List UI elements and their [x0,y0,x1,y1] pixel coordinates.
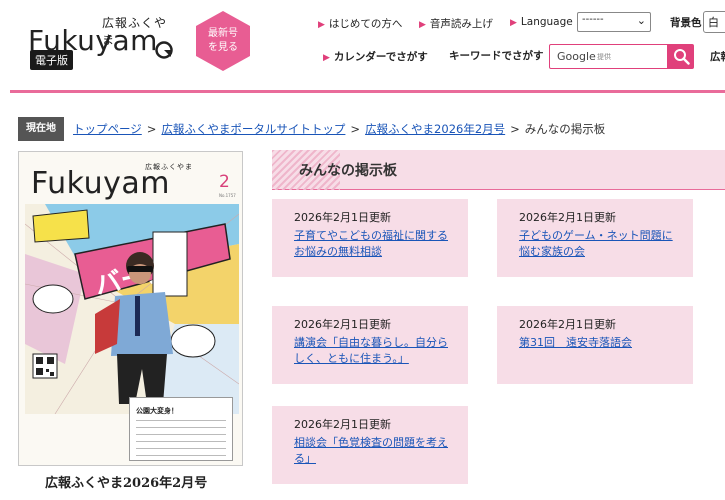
search-input[interactable]: Google 提供 [549,44,668,69]
triangle-icon: ▶ [510,18,517,28]
breadcrumb-current: みんなの掲示板 [524,122,606,136]
site-logo[interactable]: 広報ふくやま Fukuyam 電子版 [28,14,178,72]
cover-contents-line [136,420,226,421]
nav-language-text: Language [520,16,573,28]
chevron-down-icon: ⌄ [636,14,646,27]
bulletin-card: 2026年2月1日更新 子どものゲーム・ネット問題に悩む家族の会 [497,199,693,277]
language-select-value: ------ [582,14,604,25]
nav-beginners-link[interactable]: ▶ はじめての方へ [318,16,402,31]
cover-issue-no: No.1757 [219,193,236,198]
cover-issue-number: 2 [219,172,230,192]
latest-issue-button[interactable]: 最新号を見る [196,11,250,71]
search-placeholder: 提供 [597,53,611,61]
nav-read-aloud-label: 音声読み上げ [429,18,493,30]
card-date: 2026年2月1日更新 [519,318,616,331]
breadcrumb-separator: > [146,122,157,136]
logo-badge: 電子版 [30,50,73,70]
card-title-link[interactable]: 相談会「色覚検査の問題を考える」 [294,435,454,467]
bulletin-card: 2026年2月1日更新 第31回 遠安寺落語会 [497,306,693,384]
language-select[interactable]: ------ ⌄ [577,12,651,32]
cover-contents-line [136,434,226,435]
keyword-search-label: キーワードでさがす [449,50,544,62]
search-brand: Google [557,50,596,63]
logo-circle-icon [155,41,173,59]
cover-contents-line [136,427,226,428]
triangle-icon: ▶ [318,20,325,30]
nav-beginners-label: はじめての方へ [328,18,403,30]
bg-color-value: 白 [708,16,719,29]
triangle-icon: ▶ [419,20,426,30]
triangle-icon: ▶ [323,53,330,63]
search-icon [674,49,690,65]
cover-contents-line [136,441,226,442]
nav-calendar-link[interactable]: ▶ カレンダーでさがす [323,49,428,64]
card-title-link[interactable]: 第31回 遠安寺落語会 [519,335,679,351]
cover-contents-title: 公園大変身！ [136,407,178,415]
card-title-link[interactable]: 講演会「自由な暮らし。自分らしく、ともに住まう。」 [294,335,454,367]
breadcrumb: トップページ > 広報ふくやまポータルサイトトップ > 広報ふくやま2026年2月号 > み… [73,121,605,137]
breadcrumb-link-portal[interactable]: 広報ふくやまポータルサイトトップ [161,122,345,136]
bulletin-card: 2026年2月1日更新 相談会「色覚検査の問題を考える」 [272,406,468,484]
nav-calendar-label: カレンダーでさがす [333,51,428,63]
cover-contents-line [136,448,226,449]
page-title: みんなの掲示板 [299,163,397,179]
breadcrumb-separator: > [510,122,520,136]
nav-read-aloud-link[interactable]: ▶ 音声読み上げ [419,16,493,31]
magazine-cover[interactable]: 広報ふくやま Fukuyam 2 No.1757 バーン [18,151,243,466]
cover-contents-box: 公園大変身！ [129,397,233,461]
cover-wordmark: Fukuyam [31,166,170,201]
header-divider [10,90,725,93]
card-date: 2026年2月1日更新 [294,211,391,224]
card-date: 2026年2月1日更新 [519,211,616,224]
bg-color-select[interactable]: 白 [703,11,725,33]
breadcrumb-link-issue[interactable]: 広報ふくやま2026年2月号 [365,122,505,136]
bg-color-label: 背景色 [670,17,702,29]
search-button[interactable] [668,44,694,69]
cover-caption[interactable]: 広報ふくやま2026年2月号 [45,472,207,491]
latest-issue-label: 最新号を見る [208,28,238,53]
nav-language-label: ▶ Language [510,16,573,28]
card-title-link[interactable]: 子育てやこどもの福祉に関するお悩みの無料相談 [294,228,454,260]
bulletin-card: 2026年2月1日更新 講演会「自由な暮らし。自分らしく、ともに住まう。」 [272,306,468,384]
breadcrumb-current-tag: 現在地 [18,117,64,141]
page-heading: みんなの掲示板 [272,150,725,190]
card-date: 2026年2月1日更新 [294,418,391,431]
bulletin-card: 2026年2月1日更新 子育てやこどもの福祉に関するお悩みの無料相談 [272,199,468,277]
card-title-link[interactable]: 子どものゲーム・ネット問題に悩む家族の会 [519,228,679,260]
cover-illustration: バーン [25,204,239,414]
card-date: 2026年2月1日更新 [294,318,391,331]
breadcrumb-link-top[interactable]: トップページ [73,122,142,136]
wide-area-link[interactable]: 広報 [710,49,725,64]
cover-contents-line [136,455,226,456]
breadcrumb-separator: > [350,122,361,136]
